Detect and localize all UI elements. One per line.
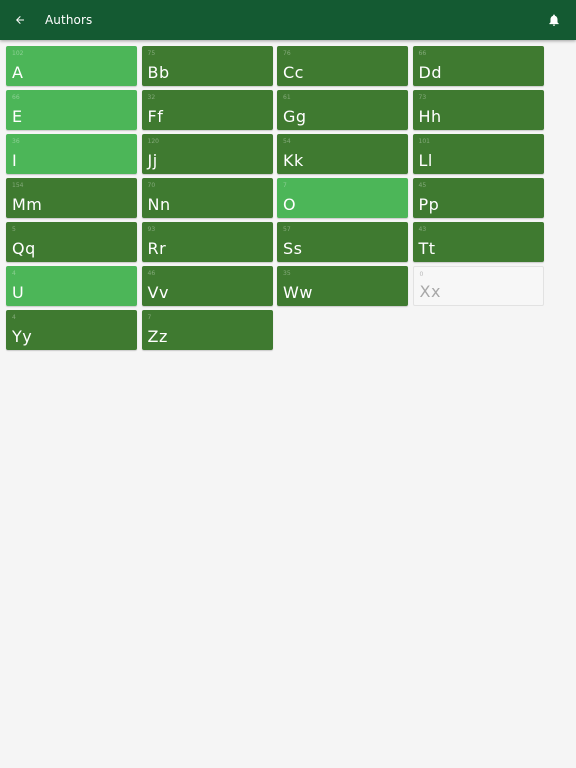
- letter-tile[interactable]: 5 Qq: [6, 222, 137, 262]
- author-count: 7: [283, 182, 287, 189]
- author-count: 7: [147, 314, 152, 321]
- letter-tile[interactable]: 75 Bb: [141, 46, 273, 86]
- letter-label: O: [283, 195, 297, 214]
- author-count: 76: [283, 50, 291, 57]
- letter-tile[interactable]: 45 Pp: [412, 178, 544, 218]
- letter-label: Hh: [418, 107, 442, 126]
- author-count: 154: [12, 182, 24, 189]
- page-title: Authors: [45, 13, 93, 27]
- letter-tile[interactable]: 35 Ww: [277, 266, 408, 306]
- letter-tile[interactable]: 76 Cc: [277, 46, 408, 86]
- author-count: 35: [283, 270, 291, 277]
- letter-tile[interactable]: 4 Yy: [6, 310, 137, 350]
- author-count: 43: [418, 226, 427, 233]
- letter-tile[interactable]: 0 Xx: [412, 266, 544, 306]
- author-count: 32: [147, 94, 156, 101]
- letter-label: Kk: [283, 151, 304, 170]
- author-count: 54: [283, 138, 291, 145]
- author-count: 66: [418, 50, 427, 57]
- letter-tile[interactable]: 101 Ll: [412, 134, 544, 174]
- author-count: 73: [418, 94, 427, 101]
- letter-label: Cc: [283, 63, 304, 82]
- letter-tile[interactable]: 120 Jj: [141, 134, 273, 174]
- letter-label: Ww: [283, 283, 313, 302]
- letter-label: Dd: [418, 63, 442, 82]
- letter-tile[interactable]: 73 Hh: [412, 90, 544, 130]
- author-count: 93: [147, 226, 156, 233]
- letter-tile[interactable]: 70 Nn: [141, 178, 273, 218]
- letter-tile[interactable]: 43 Tt: [412, 222, 544, 262]
- letter-tile[interactable]: 102 A: [6, 46, 137, 86]
- letter-tile[interactable]: 46 Vv: [141, 266, 273, 306]
- letter-label: Bb: [147, 63, 170, 82]
- author-count: 75: [147, 50, 156, 57]
- author-count: 102: [12, 50, 24, 57]
- author-count: 46: [147, 270, 156, 277]
- letter-label: Ss: [283, 239, 303, 258]
- letter-label: Mm: [12, 195, 43, 214]
- letter-label: Jj: [147, 151, 158, 170]
- author-count: 45: [418, 182, 427, 189]
- letter-label: Vv: [147, 283, 169, 302]
- letter-tile[interactable]: 66 Dd: [412, 46, 544, 86]
- bell-icon: [549, 14, 559, 26]
- author-count: 36: [12, 138, 20, 145]
- author-count: 57: [283, 226, 291, 233]
- letter-tile[interactable]: 93 Rr: [141, 222, 273, 262]
- app-bar: Authors: [0, 0, 576, 40]
- letter-label: Gg: [283, 107, 307, 126]
- author-letter-grid: 102 A 75 Bb 76 Cc 66 Dd 66 E 32 Ff 61 Gg 73 Hh 36 I 120 Jj 5…: [6, 46, 544, 350]
- letter-tile[interactable]: 66 E: [6, 90, 137, 130]
- author-count: 101: [418, 138, 430, 145]
- letter-label: Tt: [418, 239, 436, 258]
- author-count: 66: [12, 94, 20, 101]
- letter-tile[interactable]: 154 Mm: [6, 178, 137, 218]
- author-count: 4: [12, 314, 16, 321]
- letter-label: Rr: [147, 239, 167, 258]
- letter-label: I: [12, 151, 18, 170]
- notifications-button[interactable]: [540, 6, 568, 34]
- author-count: 120: [147, 138, 159, 145]
- author-count: 70: [147, 182, 156, 189]
- letter-tile[interactable]: 57 Ss: [277, 222, 408, 262]
- letter-label: Zz: [147, 327, 168, 346]
- letter-tile[interactable]: 7O: [277, 178, 408, 218]
- letter-tile[interactable]: 32 Ff: [141, 90, 273, 130]
- author-count: 4: [12, 270, 16, 277]
- letter-label: A: [12, 63, 24, 82]
- letter-label: Xx: [419, 282, 441, 301]
- letter-label: U: [12, 283, 25, 302]
- letter-label: Yy: [12, 327, 33, 346]
- back-button[interactable]: [6, 6, 34, 34]
- letter-label: E: [12, 107, 23, 126]
- letter-label: Nn: [147, 195, 171, 214]
- letter-tile[interactable]: 4U: [6, 266, 137, 306]
- letter-tile[interactable]: 61 Gg: [277, 90, 408, 130]
- arrow-left-icon: [16, 16, 24, 24]
- letter-label: Ff: [147, 107, 164, 126]
- letter-label: Ll: [418, 151, 433, 170]
- author-count: 0: [419, 271, 424, 278]
- author-count: 5: [12, 226, 16, 233]
- letter-label: Qq: [12, 239, 36, 258]
- letter-label: Pp: [418, 195, 440, 214]
- author-count: 61: [283, 94, 291, 101]
- letter-tile[interactable]: 36 I: [6, 134, 137, 174]
- letter-tile[interactable]: 7 Zz: [141, 310, 273, 350]
- letter-tile[interactable]: 54 Kk: [277, 134, 408, 174]
